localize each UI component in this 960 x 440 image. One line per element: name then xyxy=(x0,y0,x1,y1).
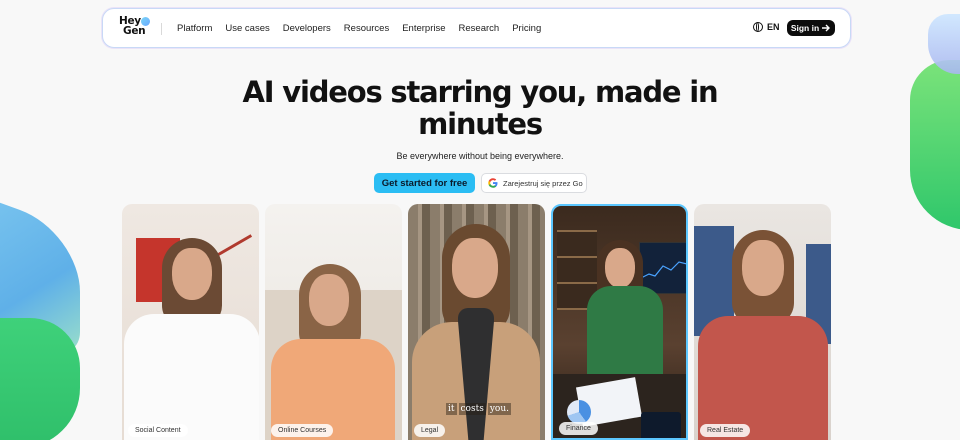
nav-menu: Platform Use cases Developers Resources … xyxy=(177,9,541,47)
nav-item-platform[interactable]: Platform xyxy=(177,23,212,34)
nav-item-resources[interactable]: Resources xyxy=(344,23,389,34)
top-navigation: Hey Gen Platform Use cases Developers Re… xyxy=(102,8,851,48)
arrow-right-icon xyxy=(822,24,831,32)
video-card-social-content[interactable]: Social Content xyxy=(122,204,259,440)
hero-title-line-2: minutes xyxy=(418,107,543,141)
sign-in-button[interactable]: Sign in xyxy=(787,20,835,36)
card-label: Finance xyxy=(559,422,598,435)
language-code: EN xyxy=(767,22,780,32)
nav-item-developers[interactable]: Developers xyxy=(283,23,331,34)
google-icon xyxy=(488,178,498,188)
presenter-shirt xyxy=(124,314,259,440)
hero-title-line-1: AI videos starring you, made in xyxy=(242,75,719,109)
presenter-face xyxy=(309,274,349,326)
pie-chart-paper xyxy=(567,400,591,424)
card-label: Social Content xyxy=(128,424,188,437)
card-label: Online Courses xyxy=(271,424,334,437)
language-selector[interactable]: EN xyxy=(753,22,780,32)
presenter-red-shirt xyxy=(698,316,828,440)
hero-title: AI videos starring you, made in minutes xyxy=(0,76,960,140)
presenter-face xyxy=(605,248,635,288)
google-signup-button[interactable]: Zarejestruj się przez Go xyxy=(481,173,587,193)
caption-word: it xyxy=(446,403,457,415)
heygen-logo[interactable]: Hey Gen xyxy=(119,16,155,42)
lamp xyxy=(215,234,253,257)
nav-item-use-cases[interactable]: Use cases xyxy=(225,23,269,34)
nav-item-enterprise[interactable]: Enterprise xyxy=(402,23,445,34)
nav-item-pricing[interactable]: Pricing xyxy=(512,23,541,34)
nav-item-research[interactable]: Research xyxy=(459,23,500,34)
decorative-blob-green xyxy=(0,318,80,440)
caption-word: you. xyxy=(487,403,511,415)
globe-icon xyxy=(753,22,763,32)
video-card-legal[interactable]: it costs you. Legal xyxy=(408,204,545,440)
tablet xyxy=(641,412,681,438)
video-card-finance[interactable]: Finance xyxy=(551,204,688,440)
video-card-online-courses[interactable]: Online Courses xyxy=(265,204,402,440)
hero-subtitle: Be everywhere without being everywhere. xyxy=(396,151,564,161)
presenter-face xyxy=(452,238,498,298)
google-signup-label: Zarejestruj się przez Go xyxy=(503,178,583,188)
monitor-chart-lines xyxy=(641,261,686,279)
logo-mark-icon xyxy=(141,17,150,26)
logo-text-gen: Gen xyxy=(123,25,146,37)
nav-divider xyxy=(161,23,162,35)
video-card-real-estate[interactable]: Real Estate xyxy=(694,204,831,440)
presenter-face xyxy=(172,248,212,300)
video-caption: it costs you. xyxy=(446,403,511,415)
presenter-face xyxy=(742,240,784,296)
card-label: Legal xyxy=(414,424,446,437)
sign-in-label: Sign in xyxy=(790,23,820,33)
card-label: Real Estate xyxy=(700,424,751,437)
caption-word: costs xyxy=(458,403,486,415)
get-started-button[interactable]: Get started for free xyxy=(374,173,475,193)
